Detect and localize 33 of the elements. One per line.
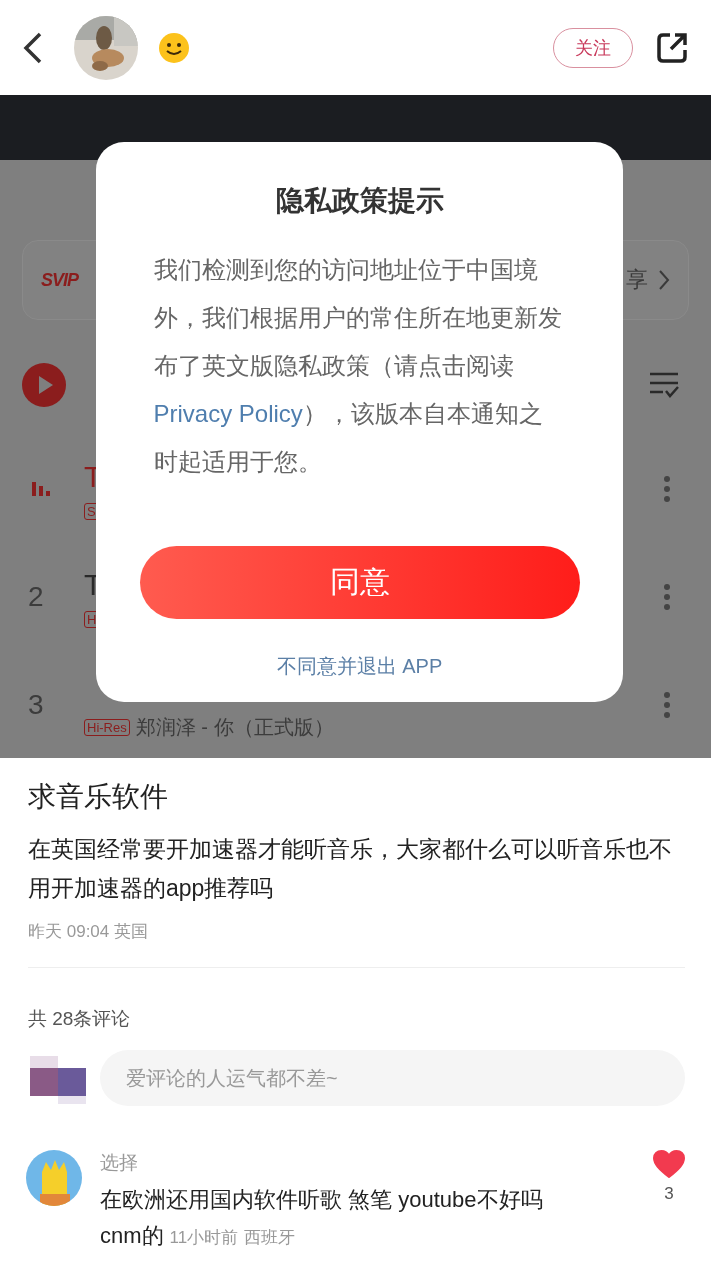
comment-author[interactable]: 选择: [100, 1150, 635, 1176]
comment-count: 共 28条评论: [28, 1007, 132, 1031]
heart-icon[interactable]: [653, 1150, 685, 1178]
dialog-title: 隐私政策提示: [275, 184, 444, 218]
more-icon[interactable]: [663, 475, 671, 503]
vip-logo: SVIP: [41, 269, 79, 291]
comment-input[interactable]: 爱评论的人运气都不差~: [100, 1050, 685, 1106]
avatar-icon[interactable]: [26, 1150, 82, 1206]
post-meta: 昨天 09:04 英国: [28, 921, 149, 943]
song-rank: 3: [27, 689, 45, 721]
more-icon[interactable]: [663, 583, 671, 611]
agree-button[interactable]: 同意: [139, 546, 580, 619]
like-count: 3: [664, 1184, 674, 1204]
chevron-right-icon: [658, 269, 670, 291]
dialog-text: 我们检测到您的访问地址位于中国境外，我们根据用户的常住所在地更新发布了英文版隐私政策（请点击阅读 Privacy Policy），该版本自本通知之时起适用于您。: [153, 255, 563, 477]
quality-tag: Hi-Res: [84, 718, 130, 736]
privacy-link[interactable]: Privacy Policy: [153, 400, 303, 427]
song-rank: 2: [27, 581, 45, 613]
back-icon[interactable]: [22, 30, 44, 65]
share-icon[interactable]: [655, 30, 689, 65]
comment-text: 在欧洲还用国内软件听歌 煞笔 youtube不好吗cnm的 11小时前 西班牙: [100, 1186, 544, 1250]
post-body: 在英国经常要开加速器才能听音乐，大家都什么可以听音乐也不用开加速器的app推荐吗: [28, 835, 673, 903]
song-artist: 郑润泽 - 你（正式版）: [135, 714, 334, 740]
comment-location: 西班牙: [244, 1228, 296, 1247]
follow-button[interactable]: 关注: [553, 27, 633, 68]
post-title: 求音乐软件: [28, 780, 169, 814]
vip-text: 享: [626, 266, 648, 294]
smiley-icon: [158, 31, 190, 64]
decline-link[interactable]: 不同意并退出 APP: [276, 653, 443, 680]
list-icon[interactable]: [649, 371, 679, 399]
more-icon[interactable]: [663, 691, 671, 719]
play-icon[interactable]: [22, 363, 66, 407]
comment-time: 11小时前: [169, 1228, 239, 1247]
